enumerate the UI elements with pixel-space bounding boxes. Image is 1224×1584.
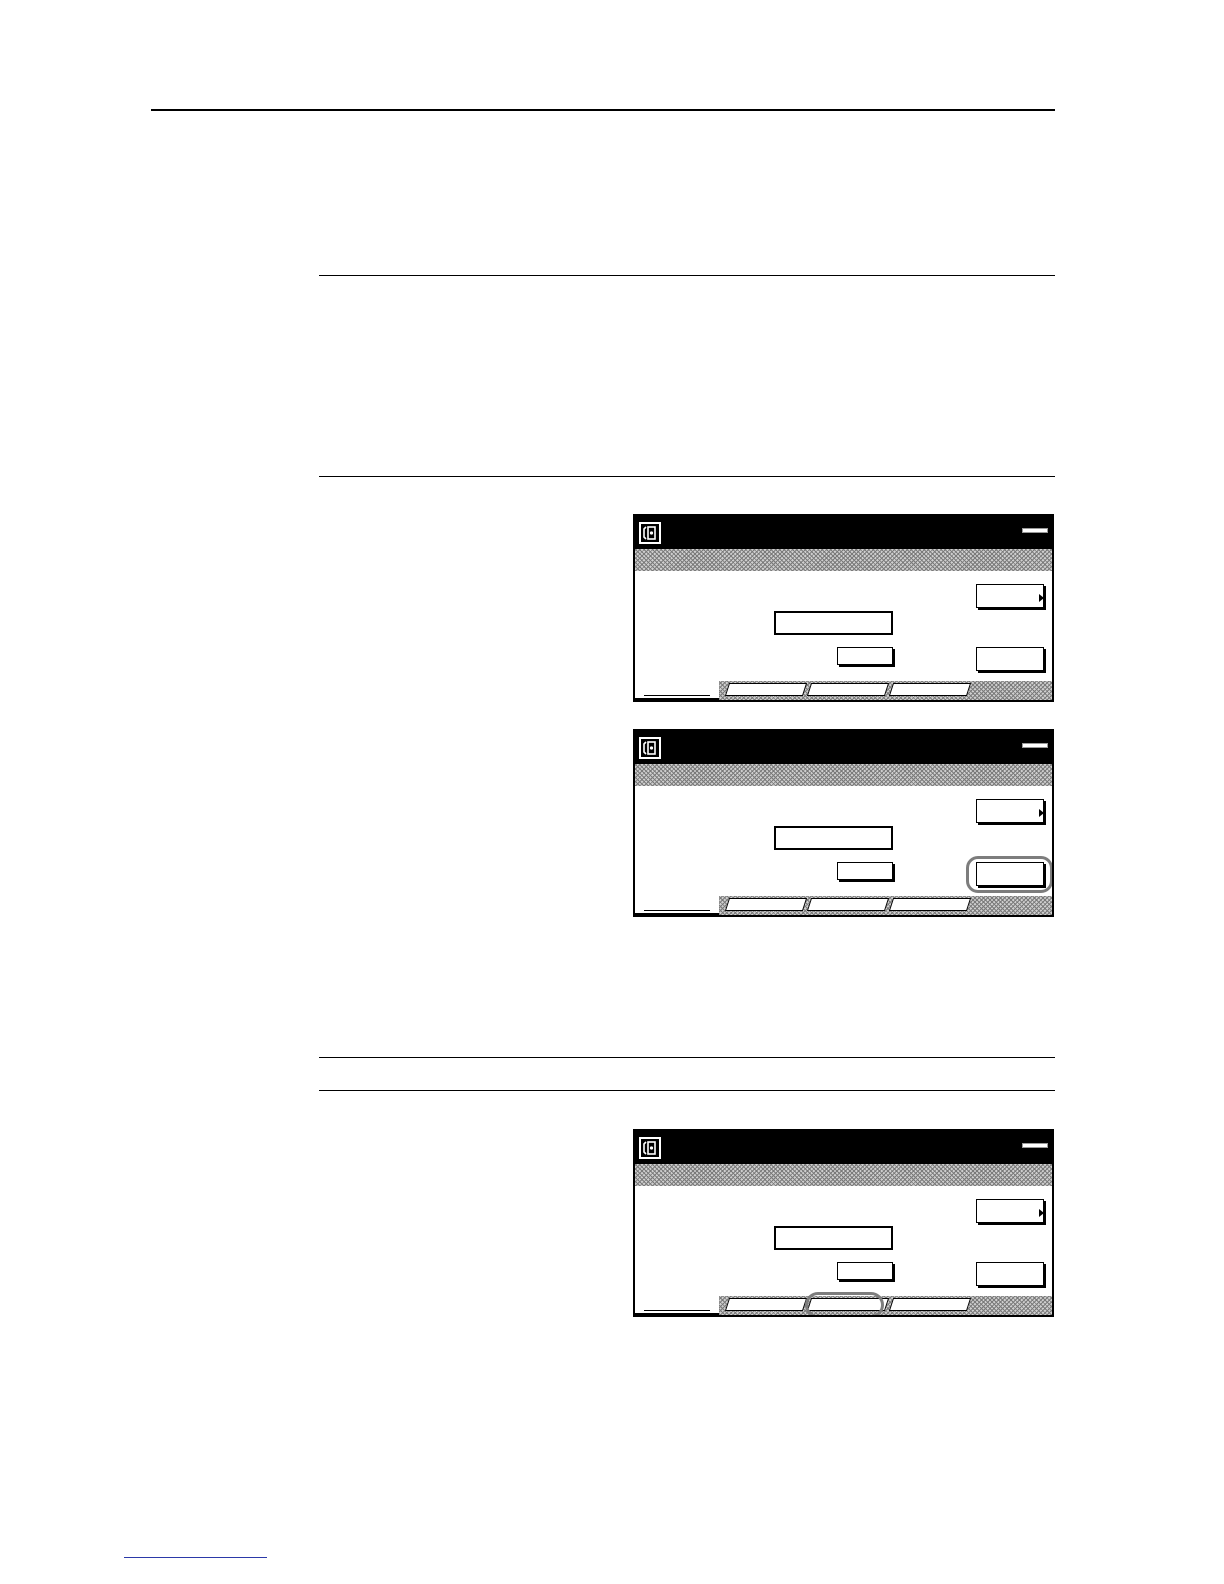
- small-center-button[interactable]: [837, 1262, 893, 1280]
- tab-2[interactable]: [724, 683, 808, 696]
- panel-titlebar: [635, 731, 1052, 764]
- copier-icon[interactable]: [639, 522, 661, 544]
- tab-2[interactable]: [724, 1298, 808, 1311]
- tab-4[interactable]: [888, 683, 972, 696]
- value-field[interactable]: [774, 826, 893, 850]
- highlight-callout: [805, 1292, 884, 1315]
- section-rule-4: [319, 1090, 1055, 1091]
- value-field[interactable]: [774, 1226, 893, 1250]
- lower-right-button[interactable]: [976, 1262, 1044, 1286]
- tab-strip: [635, 681, 1052, 700]
- status-indicator: [1022, 743, 1048, 748]
- tab-3[interactable]: [806, 683, 890, 696]
- header-rule: [151, 109, 1055, 111]
- tab-3[interactable]: [806, 898, 890, 911]
- lower-right-button[interactable]: [976, 647, 1044, 671]
- section-rule-1: [319, 275, 1055, 276]
- status-indicator: [1022, 1143, 1048, 1148]
- value-field[interactable]: [774, 611, 893, 635]
- message-bar: [635, 764, 1052, 786]
- status-indicator: [1022, 528, 1048, 533]
- touch-panel-1: [633, 514, 1054, 702]
- tab-4[interactable]: [888, 1298, 972, 1311]
- tab-strip: [635, 896, 1052, 915]
- section-rule-2: [319, 476, 1055, 477]
- upper-right-button[interactable]: [976, 584, 1044, 608]
- panel-titlebar: [635, 1131, 1052, 1164]
- tab-4[interactable]: [888, 898, 972, 911]
- panel-content: [635, 571, 1052, 681]
- small-center-button[interactable]: [837, 862, 893, 880]
- upper-right-button[interactable]: [976, 799, 1044, 823]
- message-bar: [635, 1164, 1052, 1186]
- section-rule-3: [319, 1057, 1055, 1058]
- copier-icon[interactable]: [639, 1137, 661, 1159]
- tab-basic[interactable]: [635, 896, 719, 915]
- upper-right-button[interactable]: [976, 1199, 1044, 1223]
- tab-basic[interactable]: [635, 681, 719, 700]
- footer-link[interactable]: [124, 1557, 267, 1558]
- highlight-callout: [966, 856, 1052, 893]
- tab-basic[interactable]: [635, 1296, 719, 1315]
- panel-content: [635, 1186, 1052, 1296]
- copier-icon[interactable]: [639, 737, 661, 759]
- touch-panel-3: [633, 1129, 1054, 1317]
- small-center-button[interactable]: [837, 647, 893, 665]
- panel-titlebar: [635, 516, 1052, 549]
- touch-panel-2: [633, 729, 1054, 917]
- message-bar: [635, 549, 1052, 571]
- panel-content: [635, 786, 1052, 896]
- tab-2[interactable]: [724, 898, 808, 911]
